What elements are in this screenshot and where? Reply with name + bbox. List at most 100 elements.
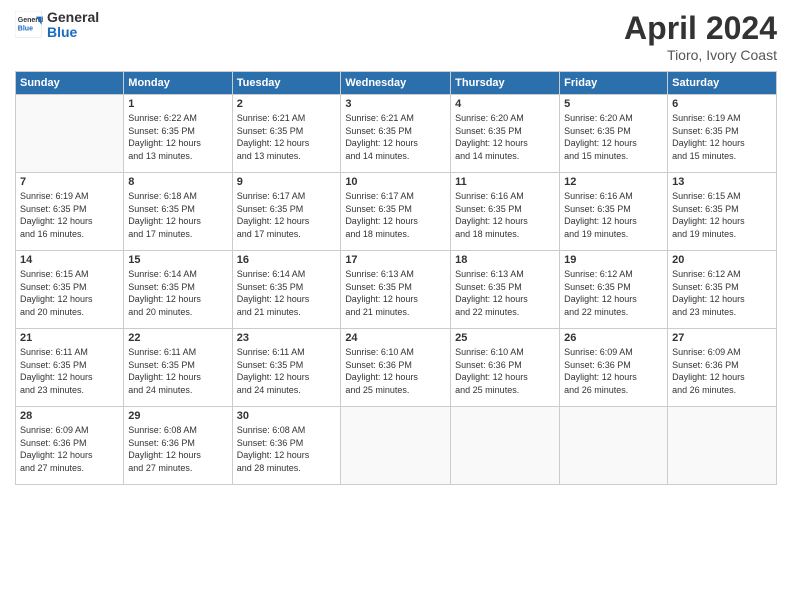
day-info: Sunrise: 6:18 AM Sunset: 6:35 PM Dayligh… [128, 190, 227, 240]
calendar-cell: 25 Sunrise: 6:10 AM Sunset: 6:36 PM Dayli… [451, 329, 560, 407]
day-info: Sunrise: 6:21 AM Sunset: 6:35 PM Dayligh… [345, 112, 446, 162]
col-sunday: Sunday [16, 72, 124, 95]
day-number: 3 [345, 98, 446, 110]
day-info: Sunrise: 6:15 AM Sunset: 6:35 PM Dayligh… [20, 268, 119, 318]
day-number: 27 [672, 332, 772, 344]
day-number: 11 [455, 176, 555, 188]
calendar-body: 1 Sunrise: 6:22 AM Sunset: 6:35 PM Daylig… [16, 95, 777, 485]
day-info: Sunrise: 6:08 AM Sunset: 6:36 PM Dayligh… [128, 424, 227, 474]
day-info: Sunrise: 6:15 AM Sunset: 6:35 PM Dayligh… [672, 190, 772, 240]
month-title: April 2024 [624, 10, 777, 47]
logo: General Blue General Blue [15, 10, 99, 41]
calendar-header: Sunday Monday Tuesday Wednesday Thursday… [16, 72, 777, 95]
day-number: 6 [672, 98, 772, 110]
calendar-cell: 28Sunrise: 6:09 AM Sunset: 6:36 PM Dayli… [16, 407, 124, 485]
day-number: 13 [672, 176, 772, 188]
day-number: 10 [345, 176, 446, 188]
calendar-cell: 11Sunrise: 6:16 AM Sunset: 6:35 PM Dayli… [451, 173, 560, 251]
calendar-cell: 7Sunrise: 6:19 AM Sunset: 6:35 PM Daylig… [16, 173, 124, 251]
calendar-cell: 19 Sunrise: 6:12 AM Sunset: 6:35 PM Dayli… [560, 251, 668, 329]
day-info: Sunrise: 6:08 AM Sunset: 6:36 PM Dayligh… [237, 424, 337, 474]
calendar-cell: 10 Sunrise: 6:17 AM Sunset: 6:35 PM Dayli… [341, 173, 451, 251]
header: General Blue General Blue April 2024 Tio… [15, 10, 777, 63]
calendar-cell: 26 Sunrise: 6:09 AM Sunset: 6:36 PM Dayli… [560, 329, 668, 407]
calendar-cell: 9Sunrise: 6:17 AM Sunset: 6:35 PM Daylig… [232, 173, 341, 251]
day-number: 30 [237, 410, 337, 422]
calendar-cell: 17Sunrise: 6:13 AM Sunset: 6:35 PM Dayli… [341, 251, 451, 329]
day-number: 4 [455, 98, 555, 110]
day-info: Sunrise: 6:22 AM Sunset: 6:35 PM Dayligh… [128, 112, 227, 162]
calendar-table: Sunday Monday Tuesday Wednesday Thursday… [15, 71, 777, 485]
day-info: Sunrise: 6:20 AM Sunset: 6:35 PM Dayligh… [455, 112, 555, 162]
day-info: Sunrise: 6:11 AM Sunset: 6:35 PM Dayligh… [237, 346, 337, 396]
logo-blue-text: Blue [47, 25, 99, 40]
calendar-cell [560, 407, 668, 485]
calendar-cell: 30 Sunrise: 6:08 AM Sunset: 6:36 PM Dayli… [232, 407, 341, 485]
calendar-cell: 23Sunrise: 6:11 AM Sunset: 6:35 PM Dayli… [232, 329, 341, 407]
day-info: Sunrise: 6:13 AM Sunset: 6:35 PM Dayligh… [455, 268, 555, 318]
day-info: Sunrise: 6:19 AM Sunset: 6:35 PM Dayligh… [20, 190, 119, 240]
day-info: Sunrise: 6:16 AM Sunset: 6:35 PM Dayligh… [564, 190, 663, 240]
calendar-cell: 12Sunrise: 6:16 AM Sunset: 6:35 PM Dayli… [560, 173, 668, 251]
day-info: Sunrise: 6:09 AM Sunset: 6:36 PM Dayligh… [564, 346, 663, 396]
col-tuesday: Tuesday [232, 72, 341, 95]
calendar-cell: 5 Sunrise: 6:20 AM Sunset: 6:35 PM Daylig… [560, 95, 668, 173]
day-info: Sunrise: 6:19 AM Sunset: 6:35 PM Dayligh… [672, 112, 772, 162]
calendar-week-4: 21 Sunrise: 6:11 AM Sunset: 6:35 PM Dayli… [16, 329, 777, 407]
day-number: 18 [455, 254, 555, 266]
logo-general-text: General [47, 10, 99, 25]
day-info: Sunrise: 6:10 AM Sunset: 6:36 PM Dayligh… [455, 346, 555, 396]
calendar-cell: 8 Sunrise: 6:18 AM Sunset: 6:35 PM Daylig… [124, 173, 232, 251]
day-info: Sunrise: 6:14 AM Sunset: 6:35 PM Dayligh… [128, 268, 227, 318]
location-subtitle: Tioro, Ivory Coast [624, 47, 777, 63]
calendar-cell [16, 95, 124, 173]
calendar-cell [451, 407, 560, 485]
calendar-cell [668, 407, 777, 485]
day-info: Sunrise: 6:17 AM Sunset: 6:35 PM Dayligh… [345, 190, 446, 240]
calendar-cell: 3 Sunrise: 6:21 AM Sunset: 6:35 PM Daylig… [341, 95, 451, 173]
col-monday: Monday [124, 72, 232, 95]
day-number: 14 [20, 254, 119, 266]
calendar-week-5: 28Sunrise: 6:09 AM Sunset: 6:36 PM Dayli… [16, 407, 777, 485]
day-number: 26 [564, 332, 663, 344]
day-number: 25 [455, 332, 555, 344]
logo-text: General Blue [47, 10, 99, 41]
day-number: 5 [564, 98, 663, 110]
day-number: 20 [672, 254, 772, 266]
calendar-cell: 1 Sunrise: 6:22 AM Sunset: 6:35 PM Daylig… [124, 95, 232, 173]
title-area: April 2024 Tioro, Ivory Coast [624, 10, 777, 63]
day-number: 29 [128, 410, 227, 422]
day-number: 8 [128, 176, 227, 188]
day-number: 1 [128, 98, 227, 110]
day-number: 15 [128, 254, 227, 266]
day-number: 2 [237, 98, 337, 110]
calendar-cell: 14 Sunrise: 6:15 AM Sunset: 6:35 PM Dayli… [16, 251, 124, 329]
day-info: Sunrise: 6:17 AM Sunset: 6:35 PM Dayligh… [237, 190, 337, 240]
calendar-cell: 21Sunrise: 6:11 AM Sunset: 6:35 PM Dayli… [16, 329, 124, 407]
col-friday: Friday [560, 72, 668, 95]
day-info: Sunrise: 6:13 AM Sunset: 6:35 PM Dayligh… [345, 268, 446, 318]
day-number: 16 [237, 254, 337, 266]
day-number: 19 [564, 254, 663, 266]
day-info: Sunrise: 6:10 AM Sunset: 6:36 PM Dayligh… [345, 346, 446, 396]
calendar-cell: 2 Sunrise: 6:21 AM Sunset: 6:35 PM Daylig… [232, 95, 341, 173]
calendar-cell [341, 407, 451, 485]
day-number: 24 [345, 332, 446, 344]
calendar-cell: 15 Sunrise: 6:14 AM Sunset: 6:35 PM Dayli… [124, 251, 232, 329]
calendar-cell: 13 Sunrise: 6:15 AM Sunset: 6:35 PM Dayli… [668, 173, 777, 251]
day-info: Sunrise: 6:11 AM Sunset: 6:35 PM Dayligh… [128, 346, 227, 396]
header-row: Sunday Monday Tuesday Wednesday Thursday… [16, 72, 777, 95]
day-info: Sunrise: 6:21 AM Sunset: 6:35 PM Dayligh… [237, 112, 337, 162]
day-number: 21 [20, 332, 119, 344]
calendar-cell: 29 Sunrise: 6:08 AM Sunset: 6:36 PM Dayli… [124, 407, 232, 485]
col-thursday: Thursday [451, 72, 560, 95]
calendar-cell: 6 Sunrise: 6:19 AM Sunset: 6:35 PM Daylig… [668, 95, 777, 173]
calendar-cell: 22Sunrise: 6:11 AM Sunset: 6:35 PM Dayli… [124, 329, 232, 407]
day-info: Sunrise: 6:12 AM Sunset: 6:35 PM Dayligh… [564, 268, 663, 318]
day-info: Sunrise: 6:12 AM Sunset: 6:35 PM Dayligh… [672, 268, 772, 318]
day-info: Sunrise: 6:20 AM Sunset: 6:35 PM Dayligh… [564, 112, 663, 162]
svg-text:Blue: Blue [18, 26, 33, 33]
col-wednesday: Wednesday [341, 72, 451, 95]
calendar-cell: 24 Sunrise: 6:10 AM Sunset: 6:36 PM Dayli… [341, 329, 451, 407]
calendar-cell: 27Sunrise: 6:09 AM Sunset: 6:36 PM Dayli… [668, 329, 777, 407]
